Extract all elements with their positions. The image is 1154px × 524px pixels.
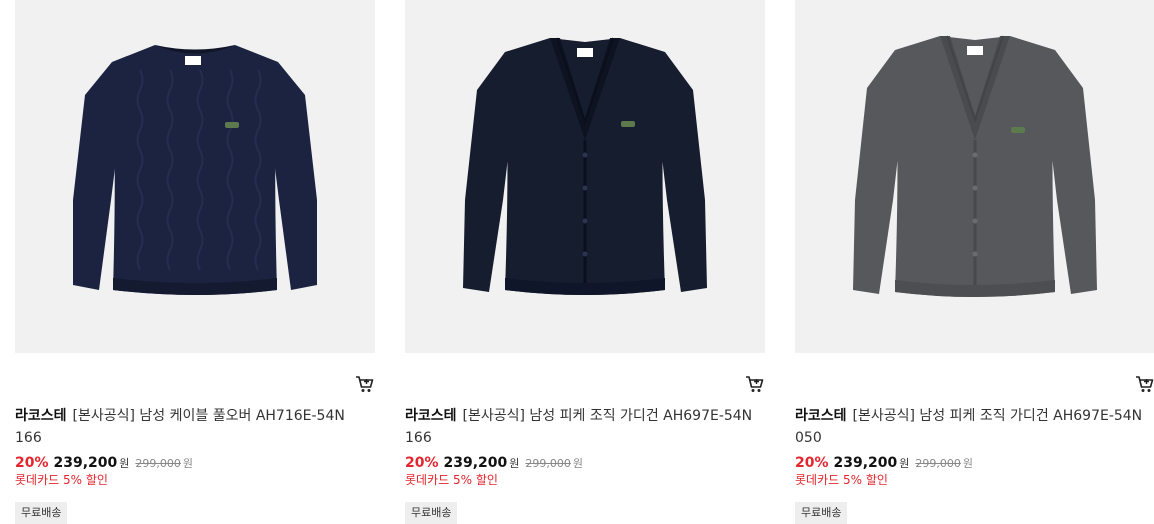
shopping-cart-icon	[356, 376, 374, 392]
discount-rate: 20%	[795, 455, 829, 471]
product-image[interactable]	[405, 0, 765, 353]
price-row: 20% 239,200 원 299,000 원	[15, 452, 193, 472]
product-name: [본사공식] 남성 피케 조직 가디건 AH697E-54N 166	[405, 408, 753, 446]
card-discount-promo: 롯데카드 5% 할인	[15, 473, 108, 487]
price-unit: 원	[509, 457, 520, 470]
product-title[interactable]: 라코스테 [본사공식] 남성 피케 조직 가디건 AH697E-54N 166	[405, 405, 765, 449]
crocodile-logo	[225, 122, 239, 128]
price-unit: 원	[119, 457, 130, 470]
original-price-unit: 원	[182, 457, 194, 470]
original-price: 299,000	[915, 457, 961, 470]
original-price-unit: 원	[572, 457, 584, 470]
card-discount-promo: 롯데카드 5% 할인	[795, 473, 888, 487]
product-title[interactable]: 라코스테 [본사공식] 남성 케이블 풀오버 AH716E-54N 166	[15, 405, 375, 449]
shopping-cart-icon	[1136, 376, 1154, 392]
product-title[interactable]: 라코스테 [본사공식] 남성 피케 조직 가디건 AH697E-54N 050	[795, 405, 1154, 449]
original-price: 299,000	[135, 457, 181, 470]
sweater-image	[73, 45, 317, 295]
shopping-cart-icon	[746, 376, 764, 392]
add-to-cart-button[interactable]	[745, 374, 765, 394]
brand-name: 라코스테	[405, 408, 457, 424]
product-card[interactable]: 라코스테 [본사공식] 남성 피케 조직 가디건 AH697E-54N 166 2…	[405, 0, 765, 524]
discount-rate: 20%	[15, 455, 49, 471]
price-row: 20% 239,200 원 299,000 원	[405, 452, 583, 472]
product-card[interactable]: 라코스테 [본사공식] 남성 케이블 풀오버 AH716E-54N 166 20%…	[15, 0, 375, 524]
brand-name: 라코스테	[15, 408, 67, 424]
sale-price: 239,200	[443, 455, 508, 471]
add-to-cart-button[interactable]	[355, 374, 375, 394]
discount-rate: 20%	[405, 455, 439, 471]
product-image[interactable]	[795, 0, 1154, 353]
cardigan-image	[463, 37, 707, 295]
product-image[interactable]	[15, 0, 375, 353]
free-shipping-badge: 무료배송	[405, 502, 458, 524]
add-to-cart-button[interactable]	[1135, 374, 1154, 394]
card-discount-promo: 롯데카드 5% 할인	[405, 473, 498, 487]
free-shipping-badge: 무료배송	[15, 502, 68, 524]
product-name: [본사공식] 남성 피케 조직 가디건 AH697E-54N 050	[795, 408, 1143, 446]
product-card[interactable]: 라코스테 [본사공식] 남성 피케 조직 가디건 AH697E-54N 050 2…	[795, 0, 1154, 524]
free-shipping-badge: 무료배송	[795, 502, 848, 524]
crocodile-logo	[1011, 127, 1025, 133]
original-price-unit: 원	[962, 457, 974, 470]
sale-price: 239,200	[833, 455, 898, 471]
sale-price: 239,200	[53, 455, 118, 471]
price-unit: 원	[899, 457, 910, 470]
crocodile-logo	[621, 121, 635, 127]
brand-name: 라코스테	[795, 408, 847, 424]
price-row: 20% 239,200 원 299,000 원	[795, 452, 973, 472]
cardigan-image	[853, 35, 1097, 297]
original-price: 299,000	[525, 457, 571, 470]
